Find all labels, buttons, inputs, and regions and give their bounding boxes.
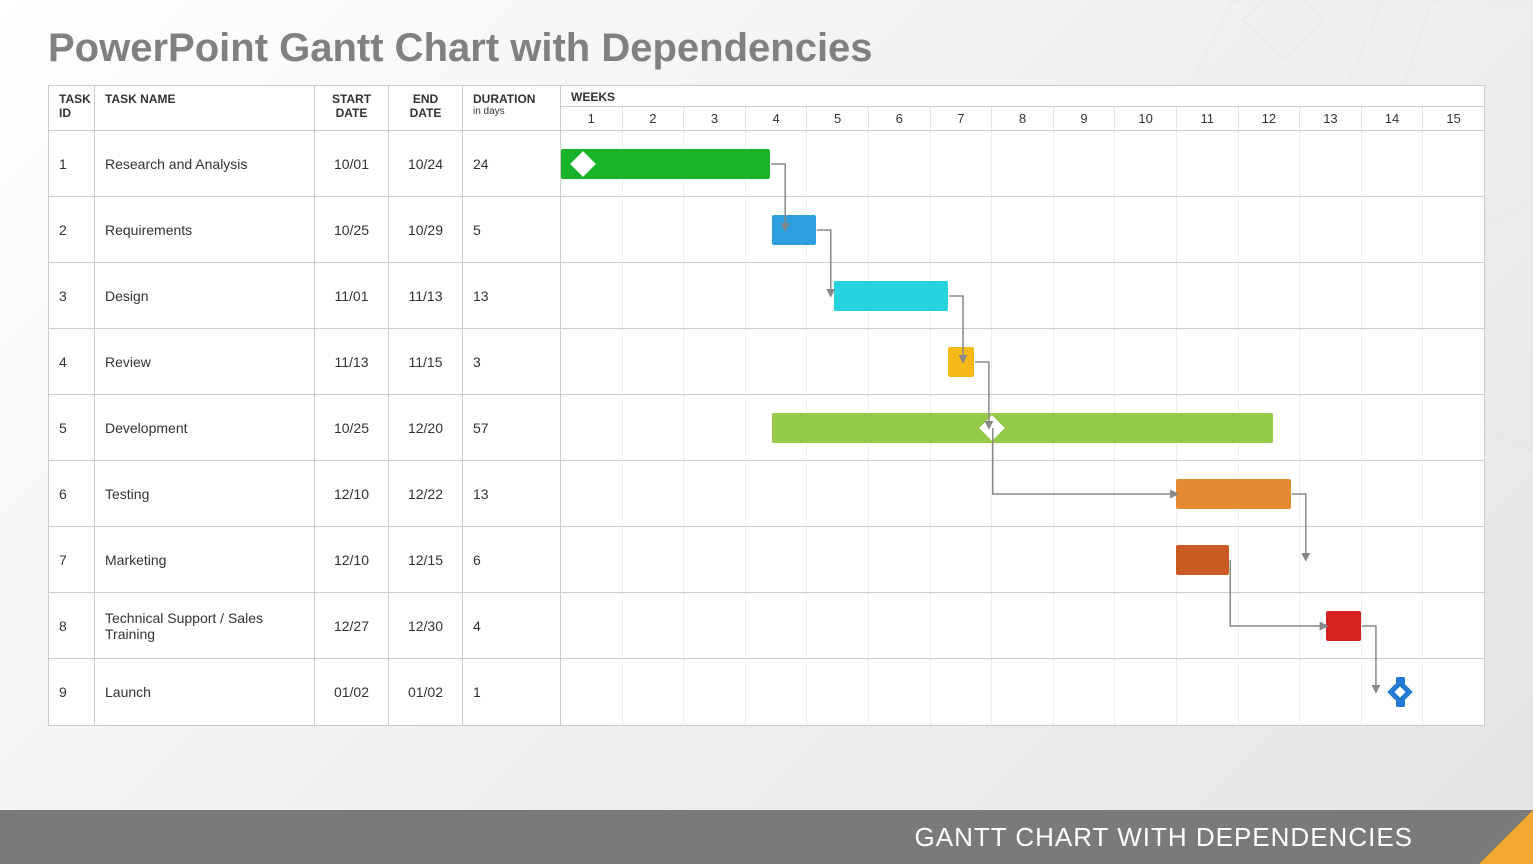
- task-name: Design: [95, 263, 315, 328]
- week-number: 14: [1362, 107, 1424, 130]
- task-duration: 1: [463, 659, 561, 725]
- task-start-date: 11/01: [315, 263, 389, 328]
- task-duration: 4: [463, 593, 561, 658]
- gantt-cell: [561, 263, 1484, 328]
- task-start-date: 10/25: [315, 197, 389, 262]
- task-start-date: 01/02: [315, 659, 389, 725]
- task-row: 9Launch01/0201/021: [49, 659, 1484, 725]
- task-id: 3: [49, 263, 95, 328]
- header-task-name: TASK NAME: [95, 86, 315, 130]
- weeks-label: WEEKS: [561, 86, 1484, 107]
- task-start-date: 12/10: [315, 527, 389, 592]
- task-duration: 6: [463, 527, 561, 592]
- gantt-cell: [561, 197, 1484, 262]
- week-number: 7: [931, 107, 993, 130]
- task-row: 1Research and Analysis10/0110/2424: [49, 131, 1484, 197]
- gantt-cell: [561, 461, 1484, 526]
- task-id: 1: [49, 131, 95, 196]
- task-name: Requirements: [95, 197, 315, 262]
- gantt-cell: [561, 131, 1484, 196]
- page-title: PowerPoint Gantt Chart with Dependencies: [0, 0, 1533, 85]
- week-number: 15: [1423, 107, 1484, 130]
- task-id: 2: [49, 197, 95, 262]
- week-number: 5: [807, 107, 869, 130]
- task-row: 4Review11/1311/153: [49, 329, 1484, 395]
- header-end-date: END DATE: [389, 86, 463, 130]
- task-row: 6Testing12/1012/2213: [49, 461, 1484, 527]
- task-name: Testing: [95, 461, 315, 526]
- header-duration: DURATIONin days: [463, 86, 561, 130]
- task-end-date: 01/02: [389, 659, 463, 725]
- week-number: 6: [869, 107, 931, 130]
- header-weeks: WEEKS 123456789101112131415: [561, 86, 1484, 130]
- task-name: Marketing: [95, 527, 315, 592]
- gantt-bar: [772, 413, 1273, 443]
- task-end-date: 12/15: [389, 527, 463, 592]
- task-name: Development: [95, 395, 315, 460]
- task-row: 7Marketing12/1012/156: [49, 527, 1484, 593]
- footer-bar: GANTT CHART WITH DEPENDENCIES: [0, 810, 1533, 864]
- task-name: Review: [95, 329, 315, 394]
- task-end-date: 12/22: [389, 461, 463, 526]
- task-row: 5Development10/2512/2057: [49, 395, 1484, 461]
- week-number: 8: [992, 107, 1054, 130]
- task-end-date: 10/24: [389, 131, 463, 196]
- week-number: 3: [684, 107, 746, 130]
- gantt-cell: [561, 659, 1484, 725]
- task-duration: 5: [463, 197, 561, 262]
- task-id: 9: [49, 659, 95, 725]
- task-name: Launch: [95, 659, 315, 725]
- header-start-date: START DATE: [315, 86, 389, 130]
- task-row: 3Design11/0111/1313: [49, 263, 1484, 329]
- task-id: 7: [49, 527, 95, 592]
- task-id: 6: [49, 461, 95, 526]
- task-end-date: 12/30: [389, 593, 463, 658]
- task-id: 8: [49, 593, 95, 658]
- gantt-cell: [561, 593, 1484, 658]
- task-start-date: 12/10: [315, 461, 389, 526]
- gantt-cell: [561, 527, 1484, 592]
- week-number: 13: [1300, 107, 1362, 130]
- task-end-date: 11/13: [389, 263, 463, 328]
- gantt-chart: TASK ID TASK NAME START DATE END DATE DU…: [48, 85, 1485, 726]
- gantt-bar: [772, 215, 816, 245]
- week-number: 4: [746, 107, 808, 130]
- task-id: 4: [49, 329, 95, 394]
- task-row: 2Requirements10/2510/295: [49, 197, 1484, 263]
- task-name: Technical Support / Sales Training: [95, 593, 315, 658]
- task-end-date: 11/15: [389, 329, 463, 394]
- task-end-date: 10/29: [389, 197, 463, 262]
- week-number: 9: [1054, 107, 1116, 130]
- task-duration: 13: [463, 461, 561, 526]
- gantt-header-row: TASK ID TASK NAME START DATE END DATE DU…: [49, 86, 1484, 131]
- week-number: 10: [1115, 107, 1177, 130]
- week-number: 2: [623, 107, 685, 130]
- task-start-date: 11/13: [315, 329, 389, 394]
- task-start-date: 10/25: [315, 395, 389, 460]
- footer-text: GANTT CHART WITH DEPENDENCIES: [915, 822, 1414, 853]
- gantt-bar: [948, 347, 974, 377]
- gantt-bar: [1176, 545, 1229, 575]
- task-row: 8Technical Support / Sales Training12/27…: [49, 593, 1484, 659]
- task-name: Research and Analysis: [95, 131, 315, 196]
- week-number: 11: [1177, 107, 1239, 130]
- gantt-bar: [1326, 611, 1361, 641]
- week-number: 1: [561, 107, 623, 130]
- footer-accent: [1479, 810, 1533, 864]
- gantt-cell: [561, 395, 1484, 460]
- task-id: 5: [49, 395, 95, 460]
- task-duration: 13: [463, 263, 561, 328]
- gantt-cell: [561, 329, 1484, 394]
- task-duration: 57: [463, 395, 561, 460]
- task-start-date: 12/27: [315, 593, 389, 658]
- gantt-bar: [834, 281, 948, 311]
- week-number: 12: [1239, 107, 1301, 130]
- task-duration: 3: [463, 329, 561, 394]
- gantt-bar: [1176, 479, 1290, 509]
- task-duration: 24: [463, 131, 561, 196]
- task-end-date: 12/20: [389, 395, 463, 460]
- header-task-id: TASK ID: [49, 86, 95, 130]
- task-start-date: 10/01: [315, 131, 389, 196]
